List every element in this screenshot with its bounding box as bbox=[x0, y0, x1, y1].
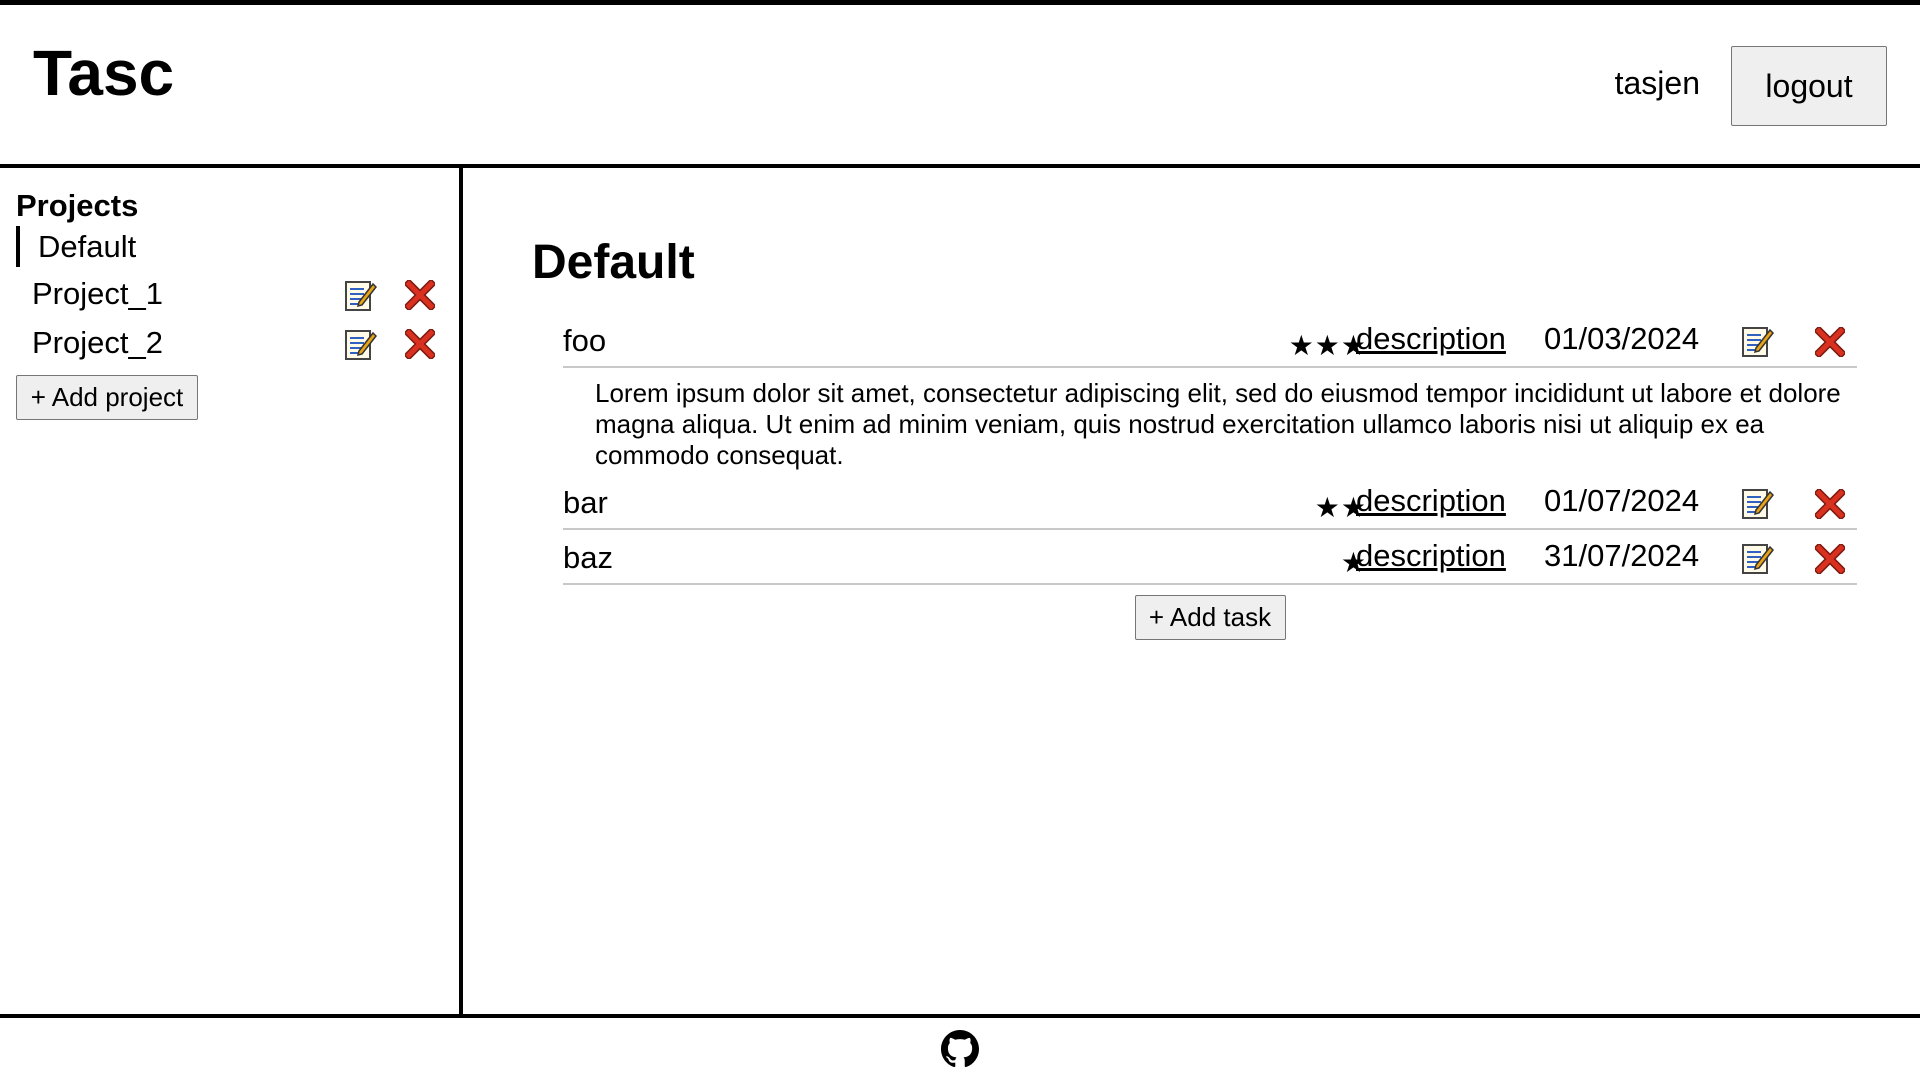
project-item-project-2[interactable]: Project_2 bbox=[16, 318, 446, 367]
delete-x-icon[interactable] bbox=[403, 278, 437, 312]
task-due-date: 01/07/2024 bbox=[1544, 483, 1700, 518]
delete-x-icon[interactable] bbox=[1813, 542, 1847, 576]
project-item-default[interactable]: Default bbox=[16, 226, 446, 267]
project-title: Default bbox=[532, 236, 695, 289]
add-task-container: + Add task bbox=[563, 585, 1857, 640]
edit-memo-icon[interactable] bbox=[1740, 486, 1774, 520]
delete-x-icon[interactable] bbox=[1813, 487, 1847, 521]
task-row-baz: baz ★ description 31/07/2024 bbox=[563, 530, 1857, 585]
project-label: Project_1 bbox=[32, 275, 163, 311]
app-title: Tasc bbox=[33, 37, 175, 109]
project-list: Default Project_1 Project_2 bbox=[16, 226, 446, 367]
edit-memo-icon[interactable] bbox=[343, 327, 377, 361]
task-row-foo: foo ★★★ description 01/03/2024 bbox=[563, 313, 1857, 368]
delete-x-icon[interactable] bbox=[1813, 325, 1847, 359]
task-description-text: Lorem ipsum dolor sit amet, consectetur … bbox=[595, 378, 1841, 470]
task-description-toggle[interactable]: description bbox=[1356, 483, 1506, 519]
task-due-date: 01/03/2024 bbox=[1544, 321, 1700, 356]
project-label: Default bbox=[38, 228, 137, 264]
task-due-date: 31/07/2024 bbox=[1544, 538, 1700, 573]
task-list: foo ★★★ description 01/03/2024 Lorem ips… bbox=[563, 313, 1857, 640]
add-task-button[interactable]: + Add task bbox=[1134, 595, 1286, 640]
main-content: Default foo ★★★ description 01/03/2024 L… bbox=[467, 168, 1920, 1014]
github-icon[interactable] bbox=[941, 1030, 979, 1073]
sidebar: Projects Default Project_1 Project_2 + A… bbox=[0, 168, 463, 1014]
app-header: Tasc tasjen logout bbox=[0, 5, 1920, 168]
projects-heading: Projects bbox=[16, 188, 139, 223]
task-description-toggle[interactable]: description bbox=[1356, 321, 1506, 357]
app-footer bbox=[0, 1014, 1920, 1080]
task-name: foo bbox=[563, 323, 607, 358]
edit-memo-icon[interactable] bbox=[343, 278, 377, 312]
task-name: bar bbox=[563, 485, 608, 520]
task-row-bar: bar ★★ description 01/07/2024 bbox=[563, 475, 1857, 530]
logout-button[interactable]: logout bbox=[1731, 46, 1887, 126]
username-label: tasjen bbox=[1614, 65, 1700, 101]
task-name: baz bbox=[563, 540, 613, 575]
task-description-toggle[interactable]: description bbox=[1356, 538, 1506, 574]
edit-memo-icon[interactable] bbox=[1740, 541, 1774, 575]
delete-x-icon[interactable] bbox=[403, 327, 437, 361]
project-item-project-1[interactable]: Project_1 bbox=[16, 269, 446, 318]
project-label: Project_2 bbox=[32, 324, 163, 360]
edit-memo-icon[interactable] bbox=[1740, 324, 1774, 358]
add-project-button[interactable]: + Add project bbox=[16, 375, 198, 420]
